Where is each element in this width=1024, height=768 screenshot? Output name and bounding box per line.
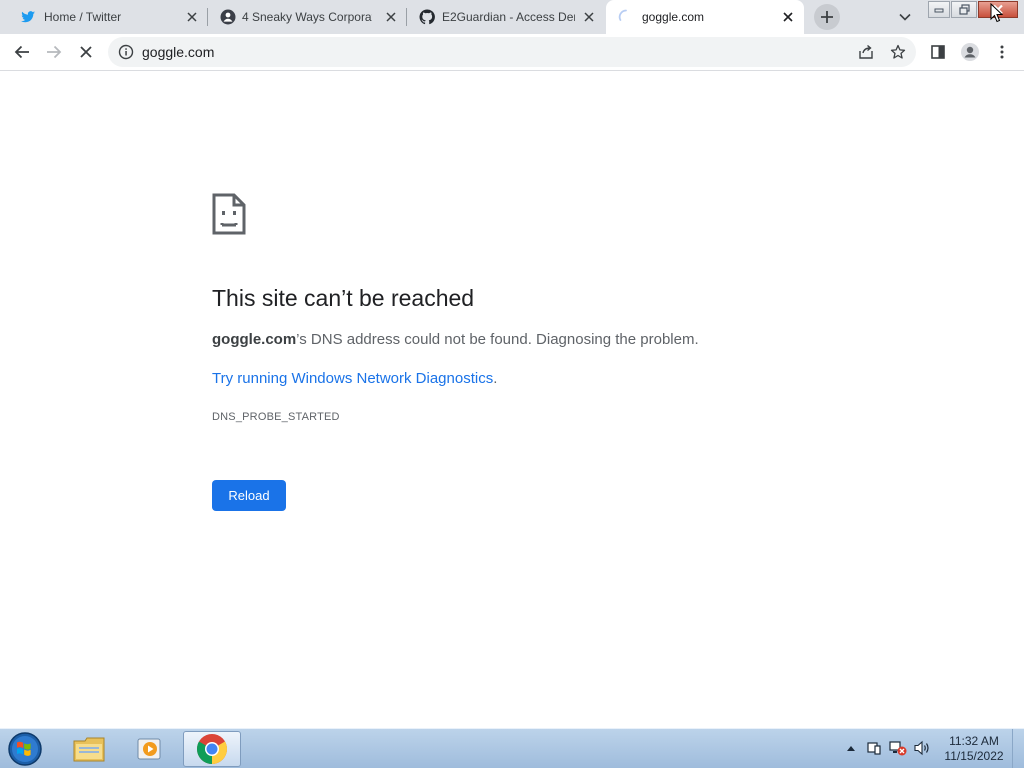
folder-icon xyxy=(73,737,105,762)
error-description-text: ’s DNS address could not be found. Diagn… xyxy=(296,331,699,348)
tab-search-button[interactable] xyxy=(896,8,914,26)
tab-title: 4 Sneaky Ways Corporate xyxy=(242,10,372,24)
error-title: This site can’t be reached xyxy=(212,285,475,311)
url-text[interactable]: goggle.com xyxy=(142,45,214,60)
tab-e2guardian[interactable]: E2Guardian - Access Den xyxy=(407,0,605,34)
minimize-icon xyxy=(934,8,944,12)
error-description: goggle.com’s DNS address could not be fo… xyxy=(212,331,699,349)
bookmark-star-icon[interactable] xyxy=(890,44,906,60)
tab-strip: Home / Twitter 4 Sneaky Ways Corporate E… xyxy=(0,0,1024,34)
mouse-cursor-icon xyxy=(990,3,1004,23)
link-period: . xyxy=(493,370,498,387)
loading-spinner-icon xyxy=(618,9,627,21)
tab-close-icon[interactable] xyxy=(184,9,200,25)
tab-title: E2Guardian - Access Den xyxy=(442,10,575,24)
chrome-icon xyxy=(196,734,228,764)
error-code: DNS_PROBE_STARTED xyxy=(212,411,340,423)
tray-device-icon[interactable] xyxy=(865,739,883,757)
profile-button[interactable] xyxy=(960,42,980,62)
info-icon[interactable] xyxy=(118,44,134,60)
share-icon[interactable] xyxy=(858,44,874,60)
sad-document-icon xyxy=(212,193,246,235)
tab-title: Home / Twitter xyxy=(44,10,122,24)
taskbar-media-player[interactable] xyxy=(121,731,179,767)
tab-close-icon[interactable] xyxy=(581,9,597,25)
error-domain: goggle.com xyxy=(212,331,297,348)
arrow-right-icon xyxy=(47,45,62,59)
kebab-menu-icon xyxy=(1000,45,1004,59)
volume-icon[interactable] xyxy=(913,739,931,757)
chevron-up-icon xyxy=(847,746,855,751)
tab-close-icon[interactable] xyxy=(780,9,796,25)
network-warning-icon[interactable] xyxy=(889,739,907,757)
chevron-down-icon xyxy=(899,13,911,21)
tab-goggle-active[interactable]: goggle.com xyxy=(606,0,804,34)
media-player-icon xyxy=(137,738,161,760)
profile-avatar-icon xyxy=(961,43,979,61)
restore-button[interactable] xyxy=(951,1,977,18)
taskbar-explorer[interactable] xyxy=(60,731,118,767)
forward-button[interactable] xyxy=(44,42,64,62)
restore-icon xyxy=(958,4,970,15)
menu-button[interactable] xyxy=(992,42,1012,62)
network-diagnostics-link-text[interactable]: Try running Windows Network Diagnostics xyxy=(212,370,493,387)
side-panel-icon xyxy=(931,45,945,59)
address-bar[interactable]: goggle.com xyxy=(108,37,916,67)
stop-x-icon xyxy=(80,46,92,58)
taskbar-chrome[interactable] xyxy=(183,731,241,767)
circle-user-icon xyxy=(220,9,236,25)
reload-button[interactable]: Reload xyxy=(212,480,286,511)
tab-sneaky-ways[interactable]: 4 Sneaky Ways Corporate xyxy=(208,0,407,34)
tab-title: goggle.com xyxy=(642,10,705,24)
stop-loading-button[interactable] xyxy=(76,42,96,62)
side-panel-button[interactable] xyxy=(928,42,948,62)
start-button[interactable] xyxy=(6,731,44,767)
github-icon xyxy=(419,9,435,25)
browser-toolbar: goggle.com xyxy=(0,34,1024,71)
tab-twitter[interactable]: Home / Twitter xyxy=(8,0,208,34)
clock-date: 11/15/2022 xyxy=(944,749,1004,763)
back-button[interactable] xyxy=(12,42,32,62)
windows-taskbar: 11:32 AM 11/15/2022 xyxy=(0,728,1024,768)
system-clock[interactable]: 11:32 AM 11/15/2022 xyxy=(938,734,1010,764)
minimize-button[interactable] xyxy=(928,1,950,18)
new-tab-button[interactable] xyxy=(814,4,840,30)
arrow-left-icon xyxy=(14,45,29,59)
show-desktop-button[interactable] xyxy=(1012,729,1024,768)
twitter-icon xyxy=(21,11,35,23)
plus-icon xyxy=(821,11,833,23)
clock-time: 11:32 AM xyxy=(949,734,999,748)
network-diagnostics-link[interactable]: Try running Windows Network Diagnostics. xyxy=(212,370,497,388)
tab-close-icon[interactable] xyxy=(383,9,399,25)
show-hidden-icons[interactable] xyxy=(842,739,860,757)
